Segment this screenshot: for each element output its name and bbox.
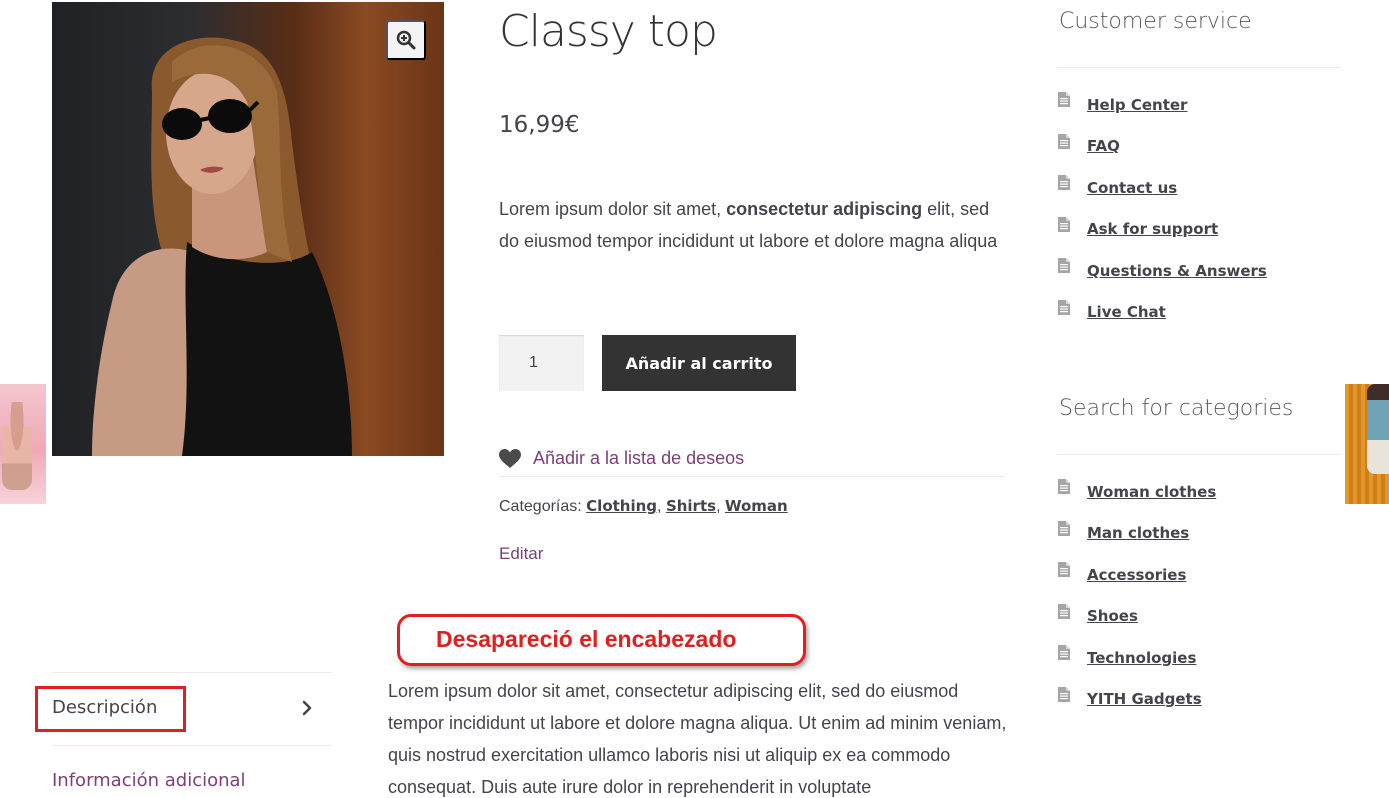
tab-divider	[52, 745, 332, 746]
list-item: Technologies	[1058, 637, 1216, 679]
document-icon	[1058, 645, 1070, 660]
sidebar-link-man-clothes[interactable]: Man clothes	[1087, 524, 1189, 542]
product-price: 16,99€	[499, 112, 580, 138]
sidebar-link-contact-us[interactable]: Contact us	[1087, 179, 1177, 197]
list-item: YITH Gadgets	[1058, 679, 1216, 721]
product-short-description: Lorem ipsum dolor sit amet, consectetur …	[499, 199, 998, 251]
category-link-woman[interactable]: Woman	[725, 497, 788, 515]
heart-icon	[499, 448, 521, 468]
category-link-clothing[interactable]: Clothing	[586, 497, 657, 515]
list-item: Questions & Answers	[1058, 250, 1267, 292]
list-item: Accessories	[1058, 554, 1216, 596]
next-product-thumbnail[interactable]	[1345, 384, 1389, 504]
list-item: Woman clothes	[1058, 471, 1216, 513]
list-item: FAQ	[1058, 126, 1267, 168]
list-item: Ask for support	[1058, 209, 1267, 251]
product-long-description: Lorem ipsum dolor sit amet, consectetur …	[388, 681, 1007, 797]
list-item: Contact us	[1058, 167, 1267, 209]
annotation-highlight-box	[35, 686, 186, 732]
categories-label: Categorías:	[499, 498, 582, 515]
sidebar-link-accessories[interactable]: Accessories	[1087, 566, 1186, 584]
sidebar-link-help-center[interactable]: Help Center	[1087, 96, 1187, 114]
chevron-right-icon	[302, 700, 312, 716]
sidebar-link-questions-answers[interactable]: Questions & Answers	[1087, 262, 1267, 280]
list-item: Shoes	[1058, 596, 1216, 638]
sidebar-link-ask-for-support[interactable]: Ask for support	[1087, 220, 1218, 238]
document-icon	[1058, 216, 1070, 232]
edit-link[interactable]: Editar	[499, 544, 543, 564]
document-icon	[1058, 92, 1070, 107]
sidebar-link-shoes[interactable]: Shoes	[1087, 607, 1138, 625]
widget-divider	[1057, 67, 1341, 68]
annotation-text: Desapareció el encabezado	[436, 626, 737, 652]
widget-divider	[1057, 454, 1341, 455]
sidebar-link-yith-gadgets[interactable]: YITH Gadgets	[1087, 690, 1202, 708]
document-icon	[1058, 258, 1070, 273]
document-icon	[1058, 175, 1070, 190]
tab-divider	[52, 672, 332, 673]
category-link-shirts[interactable]: Shirts	[666, 497, 716, 515]
product-title: Classy top	[499, 6, 718, 57]
quantity-input[interactable]	[499, 335, 584, 391]
wishlist-label: Añadir a la lista de deseos	[533, 448, 745, 468]
sidebar-link-technologies[interactable]: Technologies	[1087, 649, 1196, 667]
divider	[499, 476, 1005, 477]
document-icon	[1058, 562, 1070, 577]
document-icon	[1058, 133, 1070, 149]
document-icon	[1058, 299, 1070, 315]
list-item: Help Center	[1058, 84, 1267, 126]
widget-title-customer-service: Customer service	[1059, 9, 1252, 34]
sidebar-link-woman-clothes[interactable]: Woman clothes	[1087, 483, 1216, 501]
zoom-in-icon	[396, 30, 416, 50]
customer-service-list: Help Center FAQ Contact us Ask for suppo…	[1058, 84, 1267, 333]
sidebar-link-live-chat[interactable]: Live Chat	[1087, 303, 1166, 321]
add-to-cart-button[interactable]: Añadir al carrito	[602, 335, 796, 391]
zoom-button[interactable]	[386, 20, 426, 60]
document-icon	[1058, 479, 1070, 494]
list-item: Live Chat	[1058, 292, 1267, 334]
tab-additional-info[interactable]: Información adicional	[52, 770, 246, 791]
list-item: Man clothes	[1058, 513, 1216, 555]
categories-list: Woman clothes Man clothes Accessories Sh…	[1058, 471, 1216, 720]
product-image[interactable]	[52, 2, 444, 456]
prev-product-thumbnail[interactable]	[0, 384, 46, 504]
product-categories: Categorías: Clothing, Shirts, Woman	[499, 497, 788, 515]
sidebar-link-faq[interactable]: FAQ	[1087, 137, 1120, 155]
document-icon	[1058, 520, 1070, 536]
widget-title-search-categories: Search for categories	[1059, 396, 1294, 421]
document-icon	[1058, 686, 1070, 702]
document-icon	[1058, 603, 1070, 619]
add-to-wishlist-link[interactable]: Añadir a la lista de deseos	[499, 448, 744, 469]
